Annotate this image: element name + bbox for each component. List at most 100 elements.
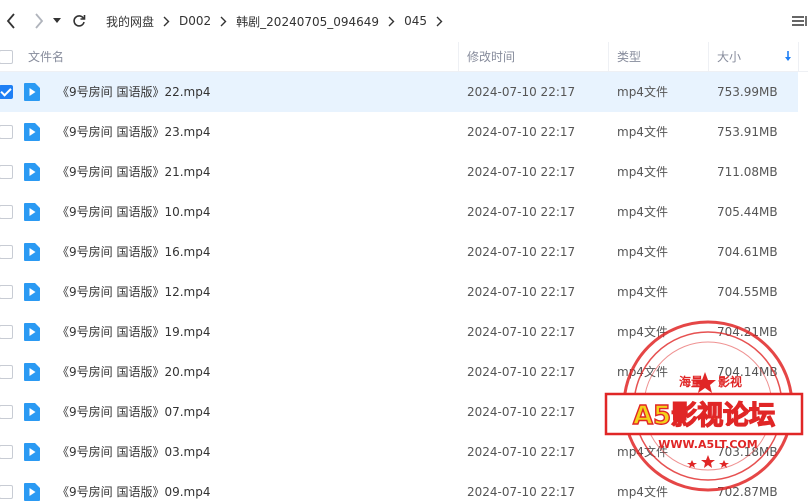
chevron-left-icon [6, 13, 15, 29]
file-row[interactable]: 《9号房间 国语版》03.mp4 2024-07-10 22:17 mp4文件 703… [0, 432, 798, 472]
caret-down-icon [53, 18, 61, 23]
forward-button[interactable] [28, 10, 50, 32]
file-modified: 2024-07-10 22:17 [467, 325, 576, 339]
file-type: mp4文件 [617, 205, 668, 219]
file-name[interactable]: 《9号房间 国语版》20.mp4 [57, 352, 210, 392]
row-checkbox[interactable] [0, 325, 13, 339]
file-type: mp4文件 [617, 325, 668, 339]
row-checkbox[interactable] [0, 485, 13, 499]
video-file-icon [24, 163, 40, 181]
chevron-right-icon [388, 16, 395, 27]
file-name[interactable]: 《9号房间 国语版》22.mp4 [57, 72, 210, 112]
file-name[interactable]: 《9号房间 国语版》16.mp4 [57, 232, 210, 272]
video-file-icon [24, 243, 40, 261]
file-name[interactable]: 《9号房间 国语版》19.mp4 [57, 312, 210, 352]
file-name[interactable]: 《9号房间 国语版》03.mp4 [57, 432, 210, 472]
chevron-right-icon [436, 16, 443, 27]
file-size: 711.08MB [717, 165, 778, 179]
video-file-icon [24, 483, 40, 501]
file-type: mp4文件 [617, 85, 668, 99]
file-row[interactable]: 《9号房间 国语版》07.mp4 2024-07-10 22:17 mp4文件 703… [0, 392, 798, 432]
file-modified: 2024-07-10 22:17 [467, 245, 576, 259]
file-size: 702.87MB [717, 485, 778, 499]
column-header-size[interactable]: 大小 [717, 42, 741, 72]
view-toggle-button[interactable] [792, 13, 808, 29]
breadcrumb-item[interactable]: D002 [179, 14, 211, 28]
row-checkbox[interactable] [0, 365, 13, 379]
file-type: mp4文件 [617, 485, 668, 499]
file-size: 753.91MB [717, 125, 778, 139]
file-modified: 2024-07-10 22:17 [467, 405, 576, 419]
chevron-right-icon [35, 13, 44, 29]
select-all-checkbox[interactable] [0, 50, 13, 64]
file-size: 705.44MB [717, 205, 778, 219]
file-type: mp4文件 [617, 245, 668, 259]
file-modified: 2024-07-10 22:17 [467, 485, 576, 499]
file-row[interactable]: 《9号房间 国语版》21.mp4 2024-07-10 22:17 mp4文件 711… [0, 152, 798, 192]
chevron-right-icon [220, 16, 227, 27]
video-file-icon [24, 363, 40, 381]
row-checkbox[interactable] [0, 285, 13, 299]
column-header-type[interactable]: 类型 [617, 42, 641, 72]
file-modified: 2024-07-10 22:17 [467, 165, 576, 179]
file-size: 704.61MB [717, 245, 778, 259]
file-row[interactable]: 《9号房间 国语版》10.mp4 2024-07-10 22:17 mp4文件 705… [0, 192, 798, 232]
file-type: mp4文件 [617, 165, 668, 179]
video-file-icon [24, 323, 40, 341]
column-header-name[interactable]: 文件名 [28, 42, 64, 72]
video-file-icon [24, 83, 40, 101]
sort-down-arrow-icon[interactable] [784, 51, 792, 62]
breadcrumb-item[interactable]: 韩剧_20240705_094649 [236, 13, 379, 30]
column-divider[interactable] [608, 42, 609, 72]
row-checkbox[interactable] [0, 205, 13, 219]
file-modified: 2024-07-10 22:17 [467, 365, 576, 379]
file-name[interactable]: 《9号房间 国语版》09.mp4 [57, 472, 210, 501]
file-row[interactable]: 《9号房间 国语版》23.mp4 2024-07-10 22:17 mp4文件 753… [0, 112, 798, 152]
file-type: mp4文件 [617, 125, 668, 139]
row-checkbox[interactable] [0, 125, 13, 139]
file-type: mp4文件 [617, 365, 668, 379]
row-checkbox[interactable] [0, 165, 13, 179]
list-view-icon [792, 16, 807, 26]
breadcrumb-item[interactable]: 045 [404, 14, 427, 28]
refresh-icon [73, 15, 86, 27]
file-name[interactable]: 《9号房间 国语版》12.mp4 [57, 272, 210, 312]
file-type: mp4文件 [617, 445, 668, 459]
file-size: 753.99MB [717, 85, 778, 99]
file-modified: 2024-07-10 22:17 [467, 445, 576, 459]
file-type: mp4文件 [617, 285, 668, 299]
row-checkbox[interactable] [0, 245, 13, 259]
back-button[interactable] [0, 10, 22, 32]
breadcrumb-item[interactable]: 我的网盘 [106, 13, 154, 30]
file-size: 704.14MB [717, 365, 778, 379]
file-name[interactable]: 《9号房间 国语版》10.mp4 [57, 192, 210, 232]
file-row[interactable]: 《9号房间 国语版》19.mp4 2024-07-10 22:17 mp4文件 704… [0, 312, 798, 352]
video-file-icon [24, 283, 40, 301]
file-modified: 2024-07-10 22:17 [467, 125, 576, 139]
row-checkbox[interactable] [0, 405, 13, 419]
video-file-icon [24, 403, 40, 421]
row-checkbox[interactable] [0, 85, 13, 99]
file-size: 703.18MB [717, 445, 778, 459]
file-type: mp4文件 [617, 405, 668, 419]
file-modified: 2024-07-10 22:17 [467, 285, 576, 299]
file-row[interactable]: 《9号房间 国语版》20.mp4 2024-07-10 22:17 mp4文件 704… [0, 352, 798, 392]
file-row[interactable]: 《9号房间 国语版》09.mp4 2024-07-10 22:17 mp4文件 702… [0, 472, 798, 501]
row-checkbox[interactable] [0, 445, 13, 459]
file-name[interactable]: 《9号房间 国语版》23.mp4 [57, 112, 210, 152]
column-header-modified[interactable]: 修改时间 [467, 42, 515, 72]
file-row[interactable]: 《9号房间 国语版》22.mp4 2024-07-10 22:17 mp4文件 753… [0, 72, 798, 112]
video-file-icon [24, 123, 40, 141]
file-modified: 2024-07-10 22:17 [467, 85, 576, 99]
column-divider[interactable] [458, 42, 459, 72]
file-name[interactable]: 《9号房间 国语版》21.mp4 [57, 152, 210, 192]
breadcrumb: 我的网盘 D002 韩剧_20240705_094649 045 [106, 13, 452, 30]
history-dropdown-button[interactable] [50, 10, 64, 32]
video-file-icon [24, 203, 40, 221]
file-row[interactable]: 《9号房间 国语版》16.mp4 2024-07-10 22:17 mp4文件 704… [0, 232, 798, 272]
file-name[interactable]: 《9号房间 国语版》07.mp4 [57, 392, 210, 432]
column-divider[interactable] [708, 42, 709, 72]
scrollbar-track[interactable] [798, 42, 808, 72]
refresh-button[interactable] [68, 10, 90, 32]
file-row[interactable]: 《9号房间 国语版》12.mp4 2024-07-10 22:17 mp4文件 704… [0, 272, 798, 312]
